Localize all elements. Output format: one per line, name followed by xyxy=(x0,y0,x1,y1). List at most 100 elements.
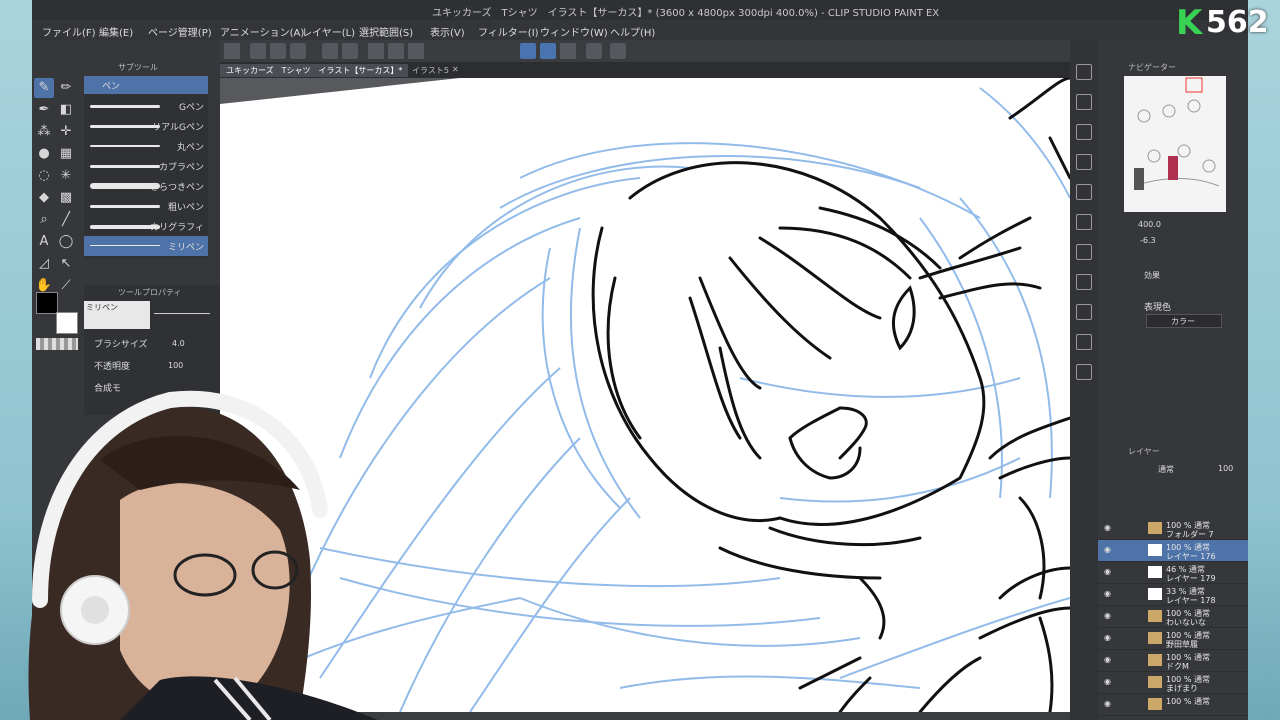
layer-row[interactable]: ◉ 100 % 通常 xyxy=(1098,694,1248,716)
layer-row[interactable]: ◉ 100 % 通常 野田草履 xyxy=(1098,628,1248,650)
material-icon[interactable] xyxy=(1076,64,1092,80)
layer-row[interactable]: ◉ 100 % 通常 レイヤー 176 xyxy=(1098,540,1248,562)
brush-maru-pen[interactable]: 丸ペン xyxy=(84,136,208,156)
visibility-icon[interactable]: ◉ xyxy=(1104,568,1114,576)
image-material-icon[interactable] xyxy=(1076,244,1092,260)
expression-label: 表現色 xyxy=(1144,303,1172,313)
blend-tool-icon[interactable]: ● xyxy=(34,144,54,164)
visibility-icon[interactable]: ◉ xyxy=(1104,590,1114,598)
clear-icon[interactable] xyxy=(388,43,404,59)
zoom-tool-icon[interactable]: ⌕ xyxy=(34,210,54,230)
clip-studio-icon[interactable] xyxy=(224,43,240,59)
menu-animation[interactable]: アニメーション(A) xyxy=(220,24,304,39)
redo-icon[interactable] xyxy=(342,43,358,59)
close-tab-icon[interactable]: ✕ xyxy=(446,64,465,77)
brush-rough-textured-pen[interactable]: さらつきペン xyxy=(84,176,208,196)
brush-rough-pen[interactable]: 粗いペン xyxy=(84,196,208,216)
settings-icon[interactable] xyxy=(1076,364,1092,380)
close-icon[interactable] xyxy=(1076,184,1092,200)
layer-property-icon[interactable] xyxy=(1076,214,1092,230)
sub-color-swatch[interactable] xyxy=(56,312,78,334)
brush-preview xyxy=(90,125,160,128)
gradient-tool-icon[interactable]: ▩ xyxy=(56,188,76,208)
visibility-icon[interactable]: ◉ xyxy=(1104,700,1114,708)
effect-panel: 効果 表現色 カラー xyxy=(1098,248,1248,442)
subtool-group-pen[interactable]: ペン xyxy=(84,76,208,94)
help-icon[interactable] xyxy=(610,43,626,59)
rotation-value[interactable]: -6.3 xyxy=(1140,236,1156,245)
menu-edit[interactable]: 編集(E) xyxy=(99,24,133,39)
close-icon[interactable] xyxy=(1076,124,1092,140)
navigator-thumbnail[interactable] xyxy=(1124,76,1226,212)
open-file-icon[interactable] xyxy=(270,43,286,59)
brush-kabura-pen[interactable]: カブラペン xyxy=(84,156,208,176)
balloon-tool-icon[interactable]: ◯ xyxy=(56,232,76,252)
pen-tool-icon[interactable]: ✎ xyxy=(34,78,54,98)
tab-circus-illustration[interactable]: ユキッカーズ Tシャツ イラスト【サーカス】* xyxy=(220,64,409,77)
line-tool-icon[interactable]: ╱ xyxy=(56,210,76,230)
eraser-tool-icon[interactable]: ◧ xyxy=(56,100,76,120)
move-tool-icon[interactable]: ✛ xyxy=(56,122,76,142)
history-icon[interactable] xyxy=(1076,154,1092,170)
new-file-icon[interactable] xyxy=(250,43,266,59)
export-icon[interactable] xyxy=(1076,334,1092,350)
lasso-tool-icon[interactable]: ◌ xyxy=(34,166,54,186)
menu-page[interactable]: ページ管理(P) xyxy=(148,24,212,39)
layer-row[interactable]: ◉ 33 % 通常 レイヤー 178 xyxy=(1098,584,1248,606)
menu-selection[interactable]: 選択範囲(S) xyxy=(359,24,413,39)
menu-filter[interactable]: フィルター(I) xyxy=(478,24,539,39)
fill-icon[interactable] xyxy=(408,43,424,59)
main-color-swatch[interactable] xyxy=(36,292,58,314)
document-icon[interactable] xyxy=(586,43,602,59)
ruler-tool-icon[interactable]: ◿ xyxy=(34,254,54,274)
layer-row[interactable]: ◉ 100 % 通常 ドクM xyxy=(1098,650,1248,672)
layer-row[interactable]: ◉ 100 % 通常 わいないな xyxy=(1098,606,1248,628)
window-title: ユキッカーズ Tシャツ イラスト【サーカス】* (3600 x 4800px 3… xyxy=(432,8,940,19)
layer-row[interactable]: ◉ 46 % 通常 レイヤー 179 xyxy=(1098,562,1248,584)
snap-grid-icon[interactable] xyxy=(560,43,576,59)
visibility-icon[interactable]: ◉ xyxy=(1104,634,1114,642)
save-icon[interactable] xyxy=(290,43,306,59)
search-icon[interactable] xyxy=(1076,94,1092,110)
menu-file[interactable]: ファイル(F) xyxy=(42,24,96,39)
brush-tool-icon[interactable]: ✒ xyxy=(34,100,54,120)
decoration-tool-icon[interactable]: ⁂ xyxy=(34,122,54,142)
menu-window[interactable]: ウィンドウ(W) xyxy=(540,24,608,39)
object-tool-icon[interactable]: ↖ xyxy=(56,254,76,274)
text-tool-icon[interactable]: A xyxy=(34,232,54,252)
brush-milli-pen[interactable]: ミリペン xyxy=(84,236,208,256)
brush-label: リアルGペン xyxy=(152,123,204,133)
eyedropper-tool-icon[interactable]: ⟋ xyxy=(56,276,76,296)
transparent-color-swatch[interactable] xyxy=(36,338,78,350)
snap-ruler-icon[interactable] xyxy=(520,43,536,59)
auto-select-tool-icon[interactable]: ✳ xyxy=(56,166,76,186)
settings-icon[interactable] xyxy=(368,43,384,59)
visibility-icon[interactable]: ◉ xyxy=(1104,612,1114,620)
visibility-icon[interactable]: ◉ xyxy=(1104,656,1114,664)
brush-calligraphy[interactable]: カリグラフィ xyxy=(84,216,208,236)
layer-row[interactable]: ◉ 100 % 通常 フォルダー 7 xyxy=(1098,518,1248,540)
pencil-tool-icon[interactable]: ✏ xyxy=(56,78,76,98)
layer-name: フォルダー 7 xyxy=(1166,530,1214,539)
layer-row[interactable]: ◉ 100 % 通常 まげまり xyxy=(1098,672,1248,694)
snap-special-ruler-icon[interactable] xyxy=(540,43,556,59)
fill-tool-icon[interactable]: ◆ xyxy=(34,188,54,208)
visibility-icon[interactable]: ◉ xyxy=(1104,678,1114,686)
opacity-value[interactable]: 100 xyxy=(168,361,183,370)
layer-opacity[interactable]: 100 xyxy=(1218,464,1233,473)
brush-g-pen[interactable]: Gペン xyxy=(84,96,208,116)
menu-help[interactable]: ヘルプ(H) xyxy=(610,24,655,39)
blend-mode-select[interactable]: 通常 xyxy=(1158,464,1174,475)
expression-select[interactable]: カラー xyxy=(1146,314,1222,328)
visibility-icon[interactable]: ◉ xyxy=(1104,546,1114,554)
brush-size-value[interactable]: 4.0 xyxy=(172,339,185,348)
frame-tool-icon[interactable]: ▦ xyxy=(56,144,76,164)
brush-real-g-pen[interactable]: リアルGペン xyxy=(84,116,208,136)
brush-material-icon[interactable] xyxy=(1076,274,1092,290)
menu-view[interactable]: 表示(V) xyxy=(430,24,465,39)
panel-icon[interactable] xyxy=(1076,304,1092,320)
zoom-value[interactable]: 400.0 xyxy=(1138,220,1161,229)
visibility-icon[interactable]: ◉ xyxy=(1104,524,1114,532)
undo-icon[interactable] xyxy=(322,43,338,59)
menu-layer[interactable]: レイヤー(L) xyxy=(302,24,355,39)
